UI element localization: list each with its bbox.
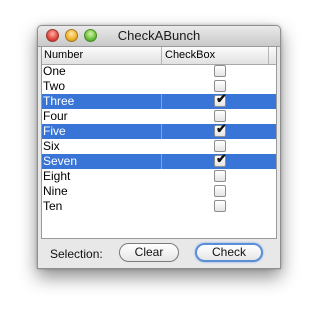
- number-cell: Nine: [43, 184, 68, 198]
- table-row[interactable]: Four: [42, 109, 276, 124]
- column-header-checkbox[interactable]: CheckBox: [165, 49, 215, 61]
- column-header-number[interactable]: Number: [44, 49, 83, 61]
- number-cell: Two: [43, 79, 66, 93]
- selection-label: Selection:: [50, 247, 103, 261]
- row-checkbox[interactable]: [214, 200, 226, 212]
- column-divider: [161, 109, 162, 124]
- column-divider: [161, 184, 162, 199]
- row-checkbox[interactable]: [214, 185, 226, 197]
- table-header: Number CheckBox: [42, 47, 276, 65]
- table-row[interactable]: Ten: [42, 199, 276, 214]
- checkbox-table[interactable]: Number CheckBox One Two Three ✔ Four Five ✔ Six…: [41, 46, 277, 239]
- column-divider[interactable]: [161, 47, 162, 64]
- column-divider: [161, 154, 162, 169]
- column-divider: [161, 124, 162, 139]
- check-button[interactable]: Check: [195, 243, 263, 262]
- table-row[interactable]: Six: [42, 139, 276, 154]
- checkmark-icon: ✔: [216, 151, 227, 166]
- table-row[interactable]: Three ✔: [42, 91, 276, 109]
- table-row[interactable]: Two: [42, 79, 276, 94]
- number-cell: Ten: [43, 199, 63, 213]
- number-cell: One: [43, 64, 66, 78]
- table-row[interactable]: Five ✔: [42, 121, 276, 139]
- column-divider: [161, 64, 162, 79]
- number-cell: Four: [43, 109, 68, 123]
- column-divider: [161, 139, 162, 154]
- row-checkbox[interactable]: [214, 170, 226, 182]
- table-row[interactable]: Seven ✔: [42, 151, 276, 169]
- row-checkbox[interactable]: ✔: [214, 151, 227, 167]
- number-cell: Seven: [43, 154, 78, 168]
- row-checkbox[interactable]: [214, 65, 226, 77]
- app-window: CheckABunch Number CheckBox One Two Three ✔…: [37, 25, 281, 269]
- window-title: CheckABunch: [117, 28, 201, 43]
- column-divider: [268, 47, 269, 64]
- column-divider: [161, 94, 162, 109]
- number-cell: Eight: [43, 169, 71, 183]
- footer-bar: Selection: Clear Check: [38, 239, 280, 268]
- table-row[interactable]: One: [42, 64, 276, 79]
- number-cell: Six: [43, 139, 60, 153]
- table-row[interactable]: Nine: [42, 184, 276, 199]
- column-divider: [161, 199, 162, 214]
- number-cell: Five: [43, 124, 66, 138]
- checkmark-icon: ✔: [216, 91, 227, 106]
- column-divider: [161, 169, 162, 184]
- row-checkbox[interactable]: ✔: [214, 121, 227, 137]
- column-divider: [161, 79, 162, 94]
- number-cell: Three: [43, 94, 75, 108]
- clear-button[interactable]: Clear: [119, 243, 179, 262]
- checkmark-icon: ✔: [216, 121, 227, 136]
- table-row[interactable]: Eight: [42, 169, 276, 184]
- title-bar[interactable]: CheckABunch: [38, 26, 280, 47]
- row-checkbox[interactable]: ✔: [214, 91, 227, 107]
